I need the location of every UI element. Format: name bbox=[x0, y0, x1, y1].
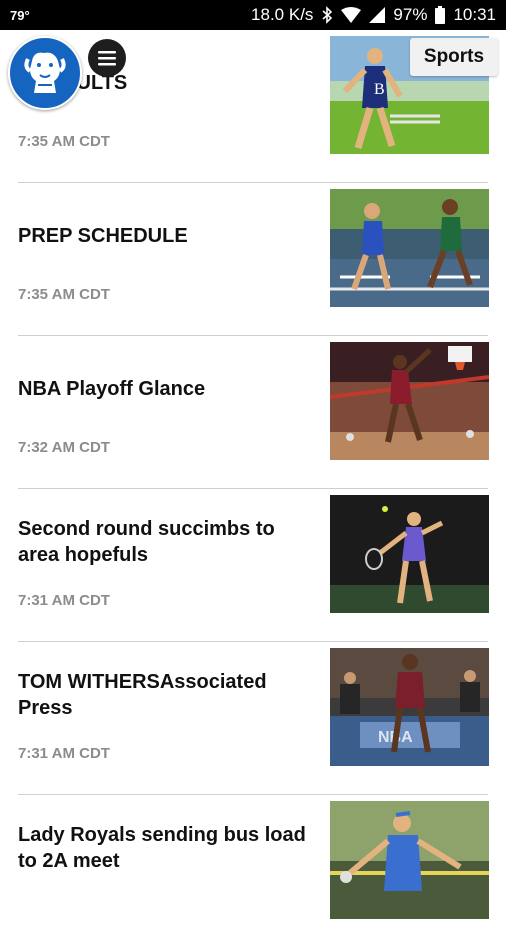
hurdlers-photo bbox=[330, 189, 489, 307]
discus-thrower-photo bbox=[330, 801, 489, 919]
article-title: PREP SCHEDULE bbox=[18, 225, 188, 247]
clock: 10:31 bbox=[453, 5, 496, 24]
article-title: Second round succimbs to area hopefuls bbox=[18, 518, 275, 566]
article-title: NBA Playoff Glance bbox=[18, 378, 206, 400]
basketball-dunk-photo bbox=[330, 342, 489, 460]
article-time: 7:35 AM CDT bbox=[18, 286, 110, 303]
section-label[interactable]: Sports bbox=[410, 38, 498, 76]
basketball-bench-photo: NBA bbox=[330, 648, 489, 766]
svg-text:B: B bbox=[374, 81, 385, 98]
temperature-text: 79° bbox=[10, 7, 30, 23]
article-time: 7:31 AM CDT bbox=[18, 592, 110, 609]
signal-icon bbox=[369, 7, 386, 23]
article-item[interactable]: TOM WITHERSAssociated Press 7:31 AM CDT … bbox=[0, 642, 506, 795]
hamburger-menu-icon bbox=[98, 51, 116, 66]
article-thumbnail[interactable] bbox=[330, 189, 489, 307]
article-item[interactable]: Lady Royals sending bus load to 2A meet bbox=[0, 795, 506, 948]
article-item[interactable]: Second round succimbs to area hopefuls 7… bbox=[0, 489, 506, 642]
article-time: 7:35 AM CDT bbox=[18, 133, 110, 150]
article-time: 7:32 AM CDT bbox=[18, 439, 110, 456]
article-title: TOM WITHERSAssociated Press bbox=[18, 671, 267, 719]
article-feed: L RESULTS 7:35 AM CDT B PREP SCHEDULE 7:… bbox=[0, 30, 506, 948]
tennis-player-photo bbox=[330, 495, 489, 613]
article-item[interactable]: NBA Playoff Glance 7:32 AM CDT bbox=[0, 336, 506, 489]
bluetooth-icon bbox=[322, 6, 333, 24]
battery-icon bbox=[435, 6, 446, 24]
article-thumbnail[interactable] bbox=[330, 801, 489, 919]
wifi-icon bbox=[341, 7, 362, 23]
article-thumbnail[interactable]: NBA bbox=[330, 648, 489, 766]
battery-percent: 97% bbox=[393, 5, 428, 24]
article-thumbnail[interactable] bbox=[330, 495, 489, 613]
network-speed: 18.0 K/s bbox=[251, 5, 314, 24]
article-time: 7:31 AM CDT bbox=[18, 745, 110, 762]
article-title: Lady Royals sending bus load to 2A meet bbox=[18, 824, 306, 872]
article-item[interactable]: PREP SCHEDULE 7:35 AM CDT bbox=[0, 183, 506, 336]
bulldog-icon bbox=[24, 52, 66, 93]
article-thumbnail[interactable] bbox=[330, 342, 489, 460]
status-bar: 79° 18.0 K/s 97% 10:31 bbox=[0, 0, 506, 30]
bulldog-logo-icon[interactable] bbox=[8, 36, 82, 110]
menu-button[interactable] bbox=[88, 39, 126, 77]
